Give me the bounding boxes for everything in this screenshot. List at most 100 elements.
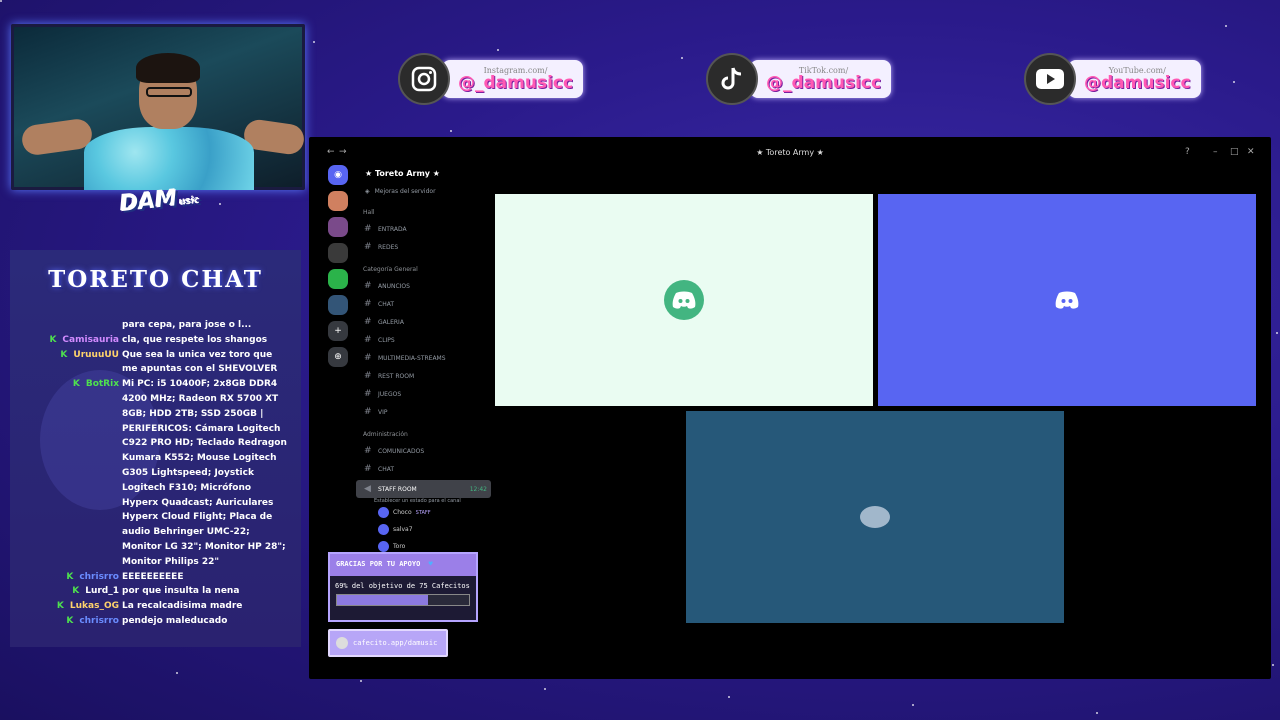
channel-name: GALERIA — [378, 318, 404, 326]
voice-user[interactable]: Choco STAFF — [356, 504, 491, 521]
coffee-cup-icon — [336, 637, 348, 649]
voice-user-name: Choco — [393, 509, 412, 516]
chat-username: K Lukas_OG — [10, 599, 122, 614]
chat-username: K UruuuUU — [10, 348, 122, 378]
text-channel[interactable]: # COMUNICADOS — [356, 442, 491, 460]
video-tile[interactable] — [495, 194, 873, 406]
server-boost[interactable]: ◈ Mejoras del servidor — [356, 184, 491, 199]
channel-category[interactable]: Categoría General — [363, 266, 491, 273]
text-channel[interactable]: # GALERIA — [356, 313, 491, 331]
server-icon-active[interactable] — [328, 295, 348, 315]
cafecito-link: cafecito.app/damusic — [328, 629, 448, 657]
channel-list: Hall # ENTRADA # REDES Categoría General # ANUN… — [356, 209, 491, 478]
chat-message: Kchrisrro pendejo maleducado — [10, 614, 301, 629]
voice-user[interactable]: salva7 — [356, 521, 491, 538]
chat-message-text: Mi PC: i5 10400F; 2x8GB DDR4 4200 MHz; R… — [122, 379, 287, 567]
tiktok-handle: @_damusicc — [766, 73, 882, 93]
chat-username-text: chrisrro — [79, 615, 119, 626]
chat-username: K Camisauria — [10, 333, 122, 348]
hash-icon: # — [364, 299, 372, 309]
discord-logo-icon — [1055, 291, 1079, 309]
channel-name: JUEGOS — [378, 390, 402, 398]
donation-goal: 69% del objetivo de 75 Cafecitos — [335, 582, 470, 590]
text-channel[interactable]: # VIP — [356, 403, 491, 421]
video-tile[interactable] — [878, 194, 1256, 406]
maximize-icon[interactable]: □ — [1230, 147, 1239, 157]
hash-icon: # — [364, 281, 372, 291]
text-channel[interactable]: # CHAT — [356, 460, 491, 478]
channel-name: COMUNICADOS — [378, 447, 425, 455]
logo-text: DAM — [118, 186, 179, 218]
text-channel[interactable]: # CHAT — [356, 295, 491, 313]
star — [1096, 712, 1098, 714]
youtube-icon — [1024, 53, 1076, 105]
channel-category[interactable]: Administración — [363, 431, 491, 438]
kick-badge-icon: K — [72, 586, 80, 597]
server-icon[interactable] — [328, 243, 348, 263]
channel-name: ANUNCIOS — [378, 282, 410, 290]
chat-username-text: Lurd_1 — [85, 586, 119, 597]
server-icon[interactable] — [328, 217, 348, 237]
instagram-icon — [398, 53, 450, 105]
channel-name: MULTIMEDIA-STREAMS — [378, 354, 446, 362]
channel-name: CHAT — [378, 465, 395, 473]
star — [360, 680, 362, 682]
channel-name: CHAT — [378, 300, 395, 308]
server-name[interactable]: ★ Toreto Army ★ — [356, 163, 491, 184]
streamer-shirt — [84, 127, 254, 190]
discord-home-icon[interactable]: ◉ — [328, 165, 348, 185]
explore-icon[interactable]: ⊕ — [328, 347, 348, 367]
discord-logo-icon — [664, 280, 704, 320]
hash-icon: # — [364, 335, 372, 345]
hash-icon: # — [364, 224, 372, 234]
text-channel[interactable]: # CLIPS — [356, 331, 491, 349]
chat-message: K Camisauria cla, que respete los shangos — [10, 333, 301, 348]
chat-message: K BotRix Mi PC: i5 10400F; 2x8GB DDR4 4200… — [10, 377, 301, 569]
server-icon[interactable] — [328, 191, 348, 211]
kick-badge-icon: K — [72, 379, 80, 390]
chat-username: K Lurd_1 — [10, 584, 122, 599]
hash-icon: # — [364, 317, 372, 327]
text-channel[interactable]: # MULTIMEDIA-STREAMS — [356, 349, 491, 367]
user-avatar — [860, 506, 890, 528]
chat-username-text: UruuuUU — [73, 349, 119, 360]
text-channel[interactable]: # ANUNCIOS — [356, 277, 491, 295]
text-channel[interactable]: # REST ROOM — [356, 367, 491, 385]
text-channel[interactable]: # JUEGOS — [356, 385, 491, 403]
avatar — [378, 507, 389, 518]
star — [681, 57, 683, 59]
boost-label: Mejoras del servidor — [374, 188, 436, 195]
add-server-icon[interactable]: + — [328, 321, 348, 341]
minimize-icon[interactable]: – — [1213, 147, 1218, 157]
hash-icon: # — [364, 407, 372, 417]
donation-header: GRACIAS POR TU APOYO ♥ — [330, 554, 476, 576]
channel-category[interactable]: Hall — [363, 209, 491, 216]
instagram-badge: Instagram.com/ @_damusicc — [398, 53, 584, 105]
instagram-pill: Instagram.com/ @_damusicc — [442, 60, 584, 98]
chat-message-text: por que insulta la nena — [122, 586, 240, 597]
text-channel[interactable]: # REDES — [356, 238, 491, 256]
chat-message: para cepa, para jose o l... — [10, 318, 301, 333]
chat-username: Kchrisrro — [10, 614, 122, 629]
chat-message: K Lukas_OG La recalcadisima madre — [10, 599, 301, 614]
server-icon[interactable] — [328, 269, 348, 289]
chat-username-text: BotRix — [85, 379, 119, 390]
chat-username: Kchrisrro — [10, 570, 122, 585]
kick-badge-icon: K — [49, 334, 57, 345]
close-icon[interactable]: ✕ — [1247, 147, 1255, 157]
logo-suffix: usic — [179, 195, 201, 208]
voice-channel-staff[interactable]: ◀ STAFF ROOM 12:42 — [356, 480, 491, 498]
text-channel[interactable]: # ENTRADA — [356, 220, 491, 238]
star — [219, 203, 221, 205]
chat-message-text: pendejo maleducado — [122, 615, 228, 626]
chat-username-text: Camisauria — [62, 334, 119, 345]
heart-icon: ♥ — [428, 560, 433, 568]
star — [0, 0, 2, 2]
donation-progress-bar — [336, 594, 470, 606]
star — [728, 696, 730, 698]
video-tile[interactable] — [686, 411, 1064, 623]
voice-users: Choco STAFF salva7 Toro — [356, 504, 491, 555]
avatar — [378, 541, 389, 552]
tiktok-pill: TikTok.com/ @_damusicc — [750, 60, 892, 98]
help-icon[interactable]: ? — [1185, 147, 1190, 157]
